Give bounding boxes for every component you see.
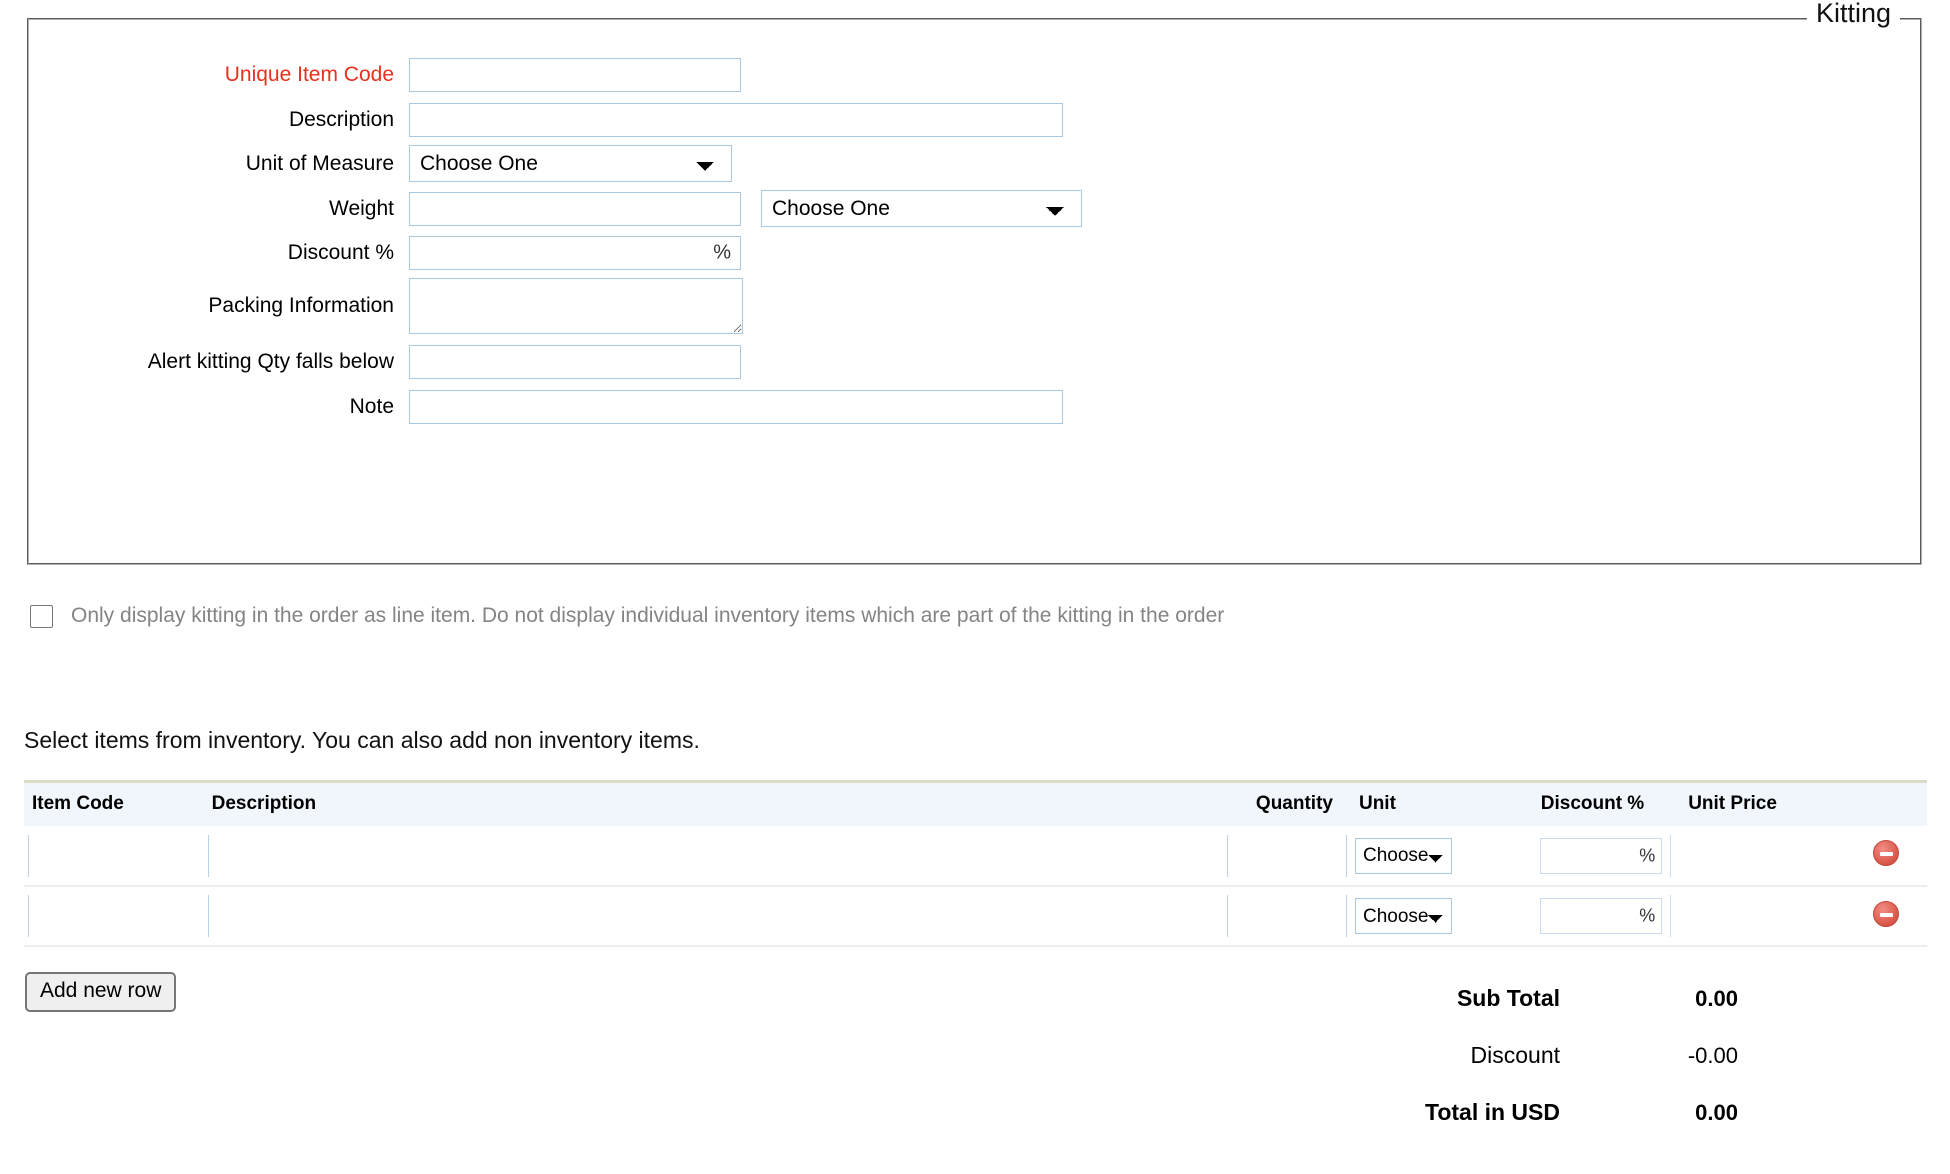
field-row-discount-percent: Discount % % [29, 236, 1920, 270]
field-row-note: Note [29, 390, 1920, 424]
field-row-unique-item-code: Unique Item Code [29, 58, 1920, 92]
label-discount-percent: Discount % [287, 241, 394, 264]
label-description: Description [288, 108, 394, 131]
unique-item-code-input[interactable] [409, 58, 741, 92]
weight-unit-select[interactable]: Choose One [761, 190, 1082, 227]
kitting-items-table: Item Code Description Quantity Unit Disc… [24, 780, 1927, 947]
sub-total-label: Sub Total [1456, 985, 1560, 1011]
label-weight: Weight [329, 196, 394, 220]
row-discount-wrapper: % [1540, 898, 1663, 934]
label-unique-item-code: Unique Item Code [224, 63, 394, 86]
row-discount-wrapper: % [1540, 837, 1663, 874]
total-in-usd-value: 0.00 [1695, 1099, 1738, 1125]
fieldset-legend-kitting: Kitting [1806, 0, 1900, 28]
row-discount-input[interactable] [1540, 837, 1663, 874]
cell-item-code [24, 886, 204, 947]
row-description-input[interactable] [207, 834, 1199, 877]
weight-input[interactable] [409, 191, 741, 226]
totals-section: Sub Total 0.00 Discount -0.00 Total in U… [1180, 970, 1880, 1141]
column-header-unit: Unit [1350, 781, 1481, 826]
field-row-unit-of-measure: Unit of Measure Choose One [29, 145, 1920, 182]
cell-discount: % [1480, 886, 1667, 947]
cell-quantity [1202, 826, 1351, 887]
remove-circle-icon[interactable] [1873, 900, 1900, 927]
alert-kitting-qty-input[interactable] [409, 345, 741, 379]
row-discount-input[interactable] [1540, 898, 1663, 934]
row-unit-price-value [1670, 895, 1842, 937]
items-table-head: Item Code Description Quantity Unit Disc… [24, 781, 1927, 826]
cell-description [203, 886, 1203, 947]
cell-description [203, 826, 1203, 887]
cell-discount: % [1480, 826, 1667, 887]
row-unit-price-value [1670, 834, 1842, 877]
items-section-intro: Select items from inventory. You can als… [24, 727, 700, 753]
row-unit-select[interactable]: Choose [1354, 898, 1452, 934]
row-description-input[interactable] [207, 895, 1199, 937]
column-header-description: Description [203, 781, 1203, 826]
cell-unit: Choose [1350, 826, 1481, 887]
description-input[interactable] [409, 103, 1063, 137]
cell-unit-price [1666, 886, 1846, 947]
cell-remove [1845, 826, 1927, 887]
discount-label: Discount [1470, 1042, 1560, 1068]
table-row: Choose % [24, 886, 1927, 947]
only-display-kitting-row: Only display kitting in the order as lin… [30, 604, 1224, 628]
totals-row-discount: Discount -0.00 [1180, 1027, 1880, 1084]
column-header-item-code: Item Code [24, 781, 204, 826]
row-item-code-input[interactable] [28, 895, 200, 937]
row-quantity-input[interactable] [1226, 834, 1347, 877]
cell-unit-price [1666, 826, 1846, 887]
note-input[interactable] [409, 390, 1063, 424]
column-header-discount: Discount % [1480, 781, 1667, 826]
items-table-body: Choose % Choose % [24, 826, 1927, 947]
column-header-unit-price: Unit Price [1666, 781, 1846, 826]
column-header-quantity: Quantity [1202, 781, 1351, 826]
table-row: Choose % [24, 826, 1927, 887]
packing-information-textarea[interactable] [409, 278, 743, 334]
discount-percent-input[interactable] [409, 236, 741, 270]
sub-total-value: 0.00 [1695, 985, 1738, 1011]
label-unit-of-measure: Unit of Measure [245, 151, 394, 175]
row-item-code-input[interactable] [28, 834, 200, 877]
row-quantity-input[interactable] [1226, 895, 1347, 937]
field-row-packing-information: Packing Information [29, 278, 1920, 334]
total-in-usd-label: Total in USD [1424, 1099, 1560, 1125]
row-unit-select[interactable]: Choose [1354, 837, 1452, 874]
only-display-kitting-checkbox[interactable] [30, 604, 53, 628]
unit-of-measure-select[interactable]: Choose One [409, 145, 732, 182]
field-row-alert-kitting-qty: Alert kitting Qty falls below [29, 345, 1920, 379]
only-display-kitting-label: Only display kitting in the order as lin… [71, 604, 1225, 627]
cell-remove [1845, 886, 1927, 947]
totals-row-sub-total: Sub Total 0.00 [1180, 970, 1880, 1027]
totals-row-total-usd: Total in USD 0.00 [1180, 1084, 1880, 1141]
label-note: Note [349, 395, 394, 418]
cell-item-code [24, 826, 204, 887]
discount-value: -0.00 [1687, 1042, 1738, 1068]
cell-quantity [1202, 886, 1351, 947]
label-alert-kitting-qty: Alert kitting Qty falls below [147, 350, 394, 373]
kitting-fieldset: Kitting Unique Item Code Description Uni… [27, 0, 1922, 565]
label-packing-information: Packing Information [208, 294, 394, 317]
field-row-description: Description [29, 103, 1920, 137]
add-new-row-button[interactable]: Add new row [25, 972, 177, 1012]
cell-unit: Choose [1350, 886, 1481, 947]
discount-percent-wrapper: % [409, 236, 741, 270]
column-header-actions [1845, 781, 1927, 826]
kitting-form-page: Kitting Unique Item Code Description Uni… [0, 0, 1950, 1174]
remove-circle-icon[interactable] [1873, 840, 1900, 866]
items-table-header-row: Item Code Description Quantity Unit Disc… [24, 781, 1927, 826]
field-row-weight: Weight Choose One [29, 190, 1920, 227]
